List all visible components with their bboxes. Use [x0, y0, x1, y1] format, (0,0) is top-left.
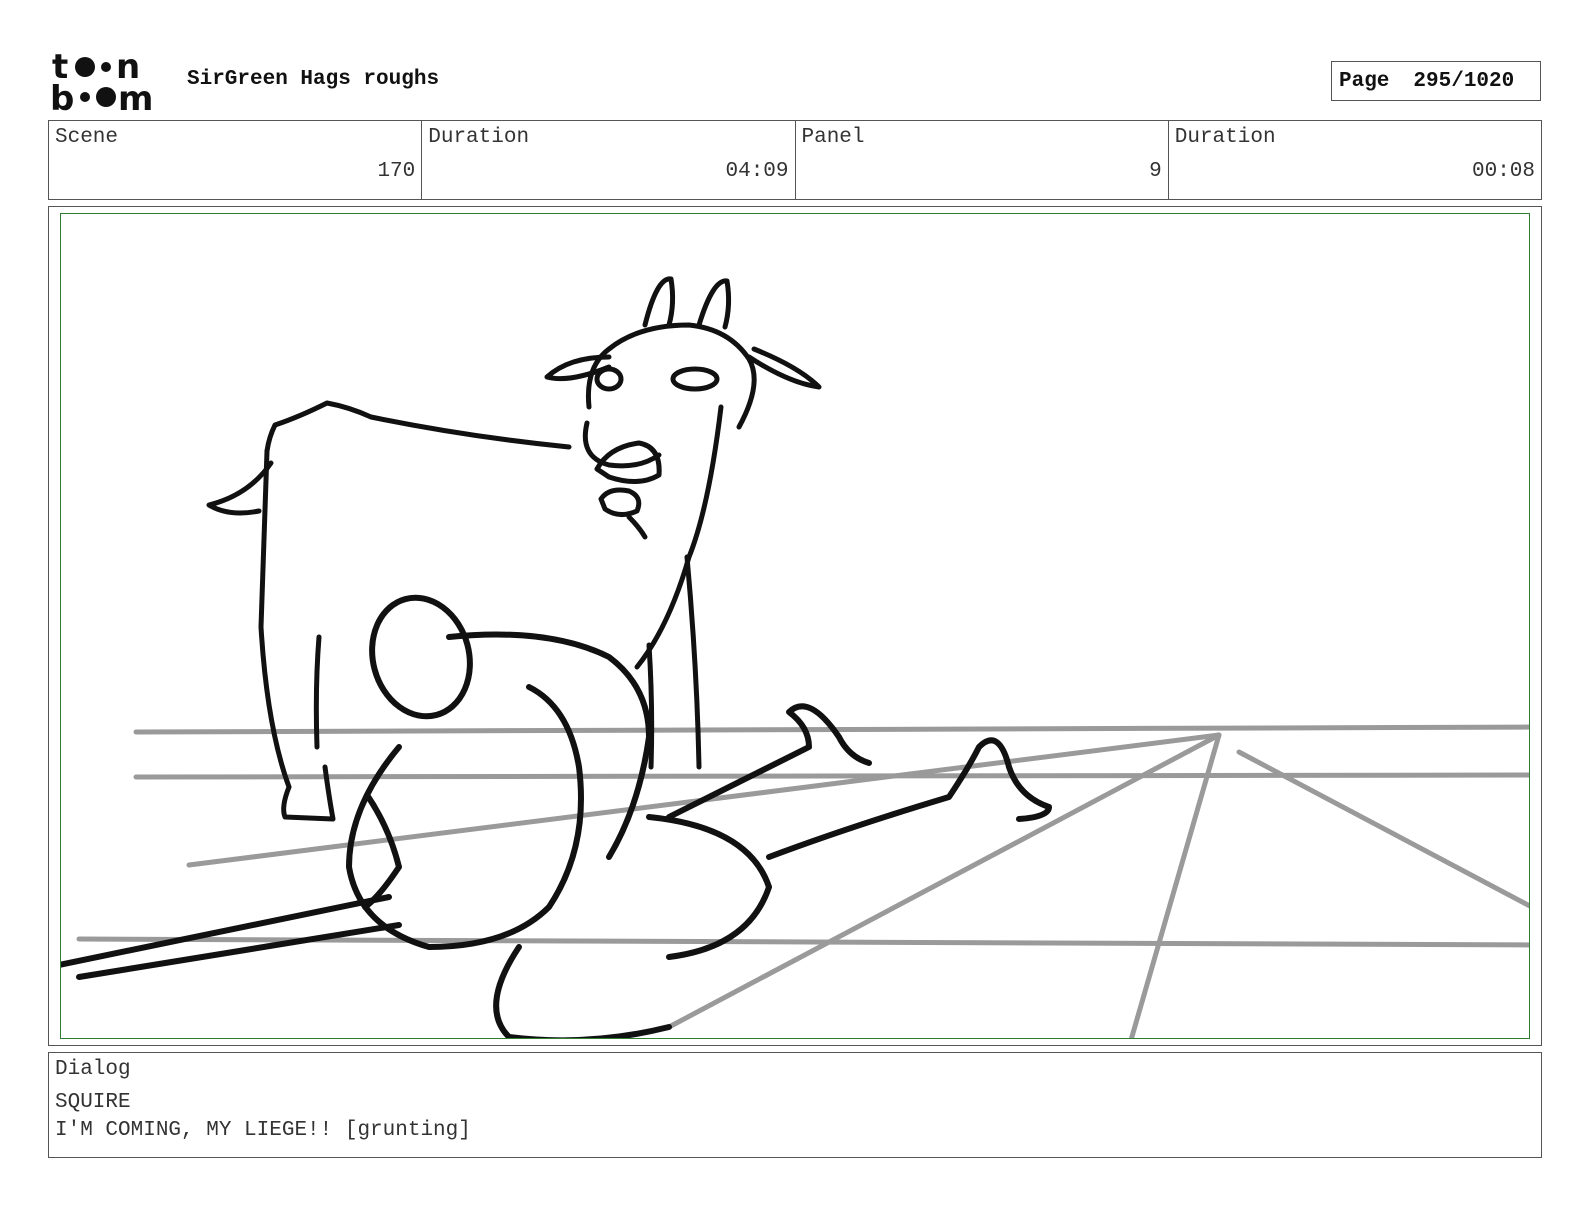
page-indicator: Page 295/1020 — [1331, 61, 1541, 101]
panel-cell: Panel 9 — [796, 121, 1169, 199]
svg-text:b: b — [50, 79, 74, 112]
panel-duration-cell: Duration 00:08 — [1169, 121, 1541, 199]
panel-duration-label: Duration — [1174, 126, 1276, 149]
document-title: SirGreen Hags roughs — [187, 68, 440, 91]
page-label: Page — [1339, 69, 1390, 93]
scene-info-row: Scene 170 Duration 04:09 Panel 9 Duratio… — [48, 120, 1542, 200]
storyboard-sketch-icon — [61, 276, 1529, 1038]
toon-boom-logo: t n b m — [50, 50, 153, 112]
scene-cell: Scene 170 — [49, 121, 423, 199]
scene-value: 170 — [377, 160, 416, 183]
dialog-box: Dialog SQUIRE I'M COMING, MY LIEGE!! [gr… — [48, 1052, 1542, 1158]
panel-label: Panel — [801, 126, 865, 149]
svg-text:m: m — [118, 79, 153, 112]
dialog-line: I'M COMING, MY LIEGE!! [grunting] — [55, 1119, 471, 1142]
scene-label: Scene — [55, 126, 119, 149]
dialog-speaker: SQUIRE — [55, 1091, 131, 1114]
dialog-label: Dialog — [55, 1058, 131, 1081]
page-number: 295/1020 — [1413, 69, 1515, 93]
scene-duration-value: 04:09 — [725, 160, 789, 183]
panel-safe-area — [60, 213, 1530, 1039]
scene-duration-cell: Duration 04:09 — [422, 121, 796, 199]
panel-duration-value: 00:08 — [1471, 160, 1535, 183]
scene-duration-label: Duration — [428, 126, 530, 149]
panel-value: 9 — [1149, 160, 1162, 183]
